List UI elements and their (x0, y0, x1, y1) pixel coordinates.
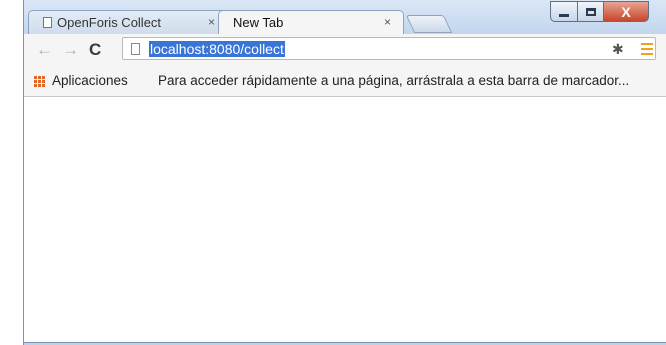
reload-button[interactable]: C (89, 40, 101, 60)
extension-icon[interactable]: ✱ (612, 41, 624, 58)
url-text[interactable]: localhost:8080/collect (149, 41, 285, 57)
close-window-button[interactable]: X (603, 1, 649, 22)
apps-icon[interactable] (34, 76, 45, 87)
address-bar[interactable]: localhost:8080/collect (122, 37, 656, 60)
tab-label: New Tab (233, 15, 284, 30)
forward-button[interactable]: → (62, 40, 79, 60)
menu-icon[interactable] (641, 43, 653, 58)
tab-new-tab[interactable]: New Tab × (218, 10, 404, 34)
title-bar: OpenForis Collect × New Tab × X (24, 0, 666, 34)
back-button[interactable]: ← (36, 40, 53, 60)
tab-close-icon[interactable]: × (208, 15, 215, 29)
new-tab-button[interactable] (405, 15, 453, 33)
apps-link[interactable]: Aplicaciones (52, 73, 128, 88)
bookmarks-hint: Para acceder rápidamente a una página, a… (158, 73, 630, 88)
tab-close-icon[interactable]: × (384, 15, 391, 29)
page-icon (43, 17, 52, 28)
navigation-toolbar: ← → C localhost:8080/collect ✱ (24, 34, 666, 66)
page-icon (131, 43, 140, 55)
maximize-button[interactable] (577, 1, 604, 22)
bookmarks-bar: Aplicaciones Para acceder rápidamente a … (24, 66, 666, 97)
minimize-button[interactable] (550, 1, 578, 22)
tab-label: OpenForis Collect (57, 15, 162, 30)
minimize-icon (559, 14, 569, 17)
close-icon: X (621, 3, 631, 20)
tab-openforis-collect[interactable]: OpenForis Collect × (28, 10, 228, 34)
page-content (24, 97, 666, 343)
browser-window: OpenForis Collect × New Tab × X ← → C lo… (23, 0, 666, 345)
maximize-icon (585, 7, 596, 16)
